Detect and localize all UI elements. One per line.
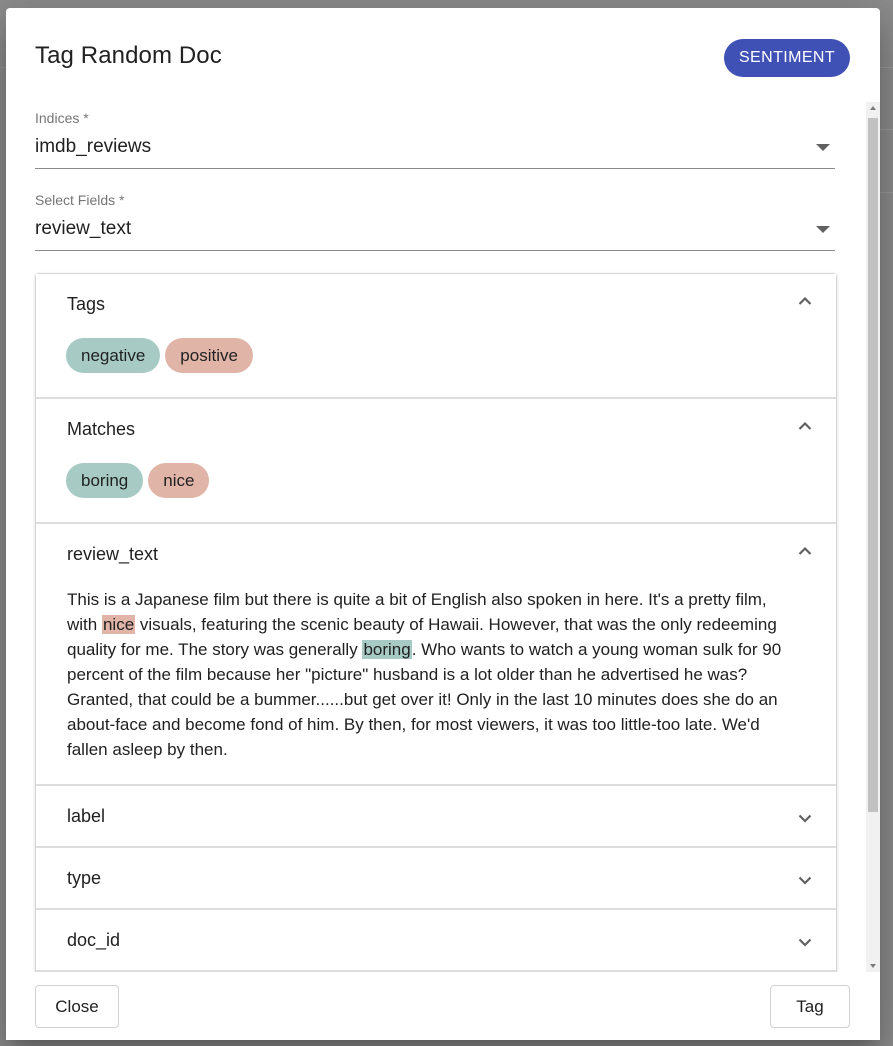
- expansion-panels: Tags negative positive Matches boring ni…: [35, 273, 837, 972]
- doc-id-panel: doc_id: [36, 910, 836, 972]
- select-fields-select[interactable]: Select Fields * review_text: [35, 192, 835, 251]
- review-text-panel-header[interactable]: review_text: [36, 524, 836, 584]
- tag-random-doc-dialog: Tag Random Doc SENTIMENT Indices * imdb_…: [6, 8, 880, 1040]
- label-panel-header[interactable]: label: [36, 786, 836, 846]
- chevron-up-icon: [798, 421, 812, 433]
- highlight-boring: boring: [362, 640, 412, 659]
- dialog-title: Tag Random Doc: [35, 42, 222, 69]
- tag-button[interactable]: Tag: [770, 985, 850, 1028]
- close-button[interactable]: Close: [35, 985, 119, 1028]
- type-panel: type: [36, 848, 836, 910]
- type-panel-title: type: [67, 868, 102, 888]
- dropdown-arrow-icon: [816, 226, 830, 233]
- type-panel-header[interactable]: type: [36, 848, 836, 908]
- dialog-content: Indices * imdb_reviews Select Fields * r…: [6, 102, 880, 972]
- chevron-down-icon: [798, 813, 812, 825]
- label-panel-title: label: [67, 806, 106, 826]
- backdrop-divider: [880, 67, 893, 68]
- select-fields-value: review_text: [35, 218, 132, 239]
- backdrop-divider: [880, 192, 893, 193]
- doc-id-panel-header[interactable]: doc_id: [36, 910, 836, 970]
- review-text-body: This is a Japanese film but there is qui…: [36, 584, 836, 784]
- select-fields-label: Select Fields *: [35, 192, 125, 208]
- content-scrollbar[interactable]: [866, 102, 880, 972]
- dialog-footer: Close Tag: [6, 972, 880, 1040]
- chevron-down-icon: [798, 937, 812, 949]
- indices-value: imdb_reviews: [35, 136, 152, 157]
- indices-select[interactable]: Indices * imdb_reviews: [35, 110, 835, 169]
- scroll-thumb[interactable]: [868, 118, 878, 812]
- review-text-panel: review_text This is a Japanese film but …: [36, 524, 836, 786]
- tags-panel: Tags negative positive: [36, 274, 836, 399]
- chevron-down-icon: [798, 875, 812, 887]
- scroll-down-arrow-icon[interactable]: [870, 964, 876, 968]
- tags-chip-row: negative positive: [36, 334, 836, 397]
- matches-panel-header[interactable]: Matches: [36, 399, 836, 459]
- tag-chip-positive[interactable]: positive: [165, 338, 253, 373]
- tags-panel-title: Tags: [67, 294, 106, 314]
- chevron-up-icon: [798, 546, 812, 558]
- label-panel: label: [36, 786, 836, 848]
- matches-chip-row: boring nice: [36, 459, 836, 522]
- doc-id-panel-title: doc_id: [67, 930, 121, 950]
- highlight-nice: nice: [101, 615, 136, 634]
- match-chip-nice[interactable]: nice: [148, 463, 210, 498]
- tags-panel-header[interactable]: Tags: [36, 274, 836, 334]
- match-chip-boring[interactable]: boring: [66, 463, 144, 498]
- review-text-panel-title: review_text: [67, 544, 159, 564]
- backdrop-divider: [880, 129, 893, 130]
- dropdown-arrow-icon: [816, 144, 830, 151]
- chevron-up-icon: [798, 296, 812, 308]
- matches-panel-title: Matches: [67, 419, 136, 439]
- tag-chip-negative[interactable]: negative: [66, 338, 161, 373]
- indices-label: Indices *: [35, 110, 89, 126]
- scroll-up-arrow-icon[interactable]: [870, 106, 876, 110]
- matches-panel: Matches boring nice: [36, 399, 836, 524]
- sentiment-button[interactable]: SENTIMENT: [724, 39, 850, 77]
